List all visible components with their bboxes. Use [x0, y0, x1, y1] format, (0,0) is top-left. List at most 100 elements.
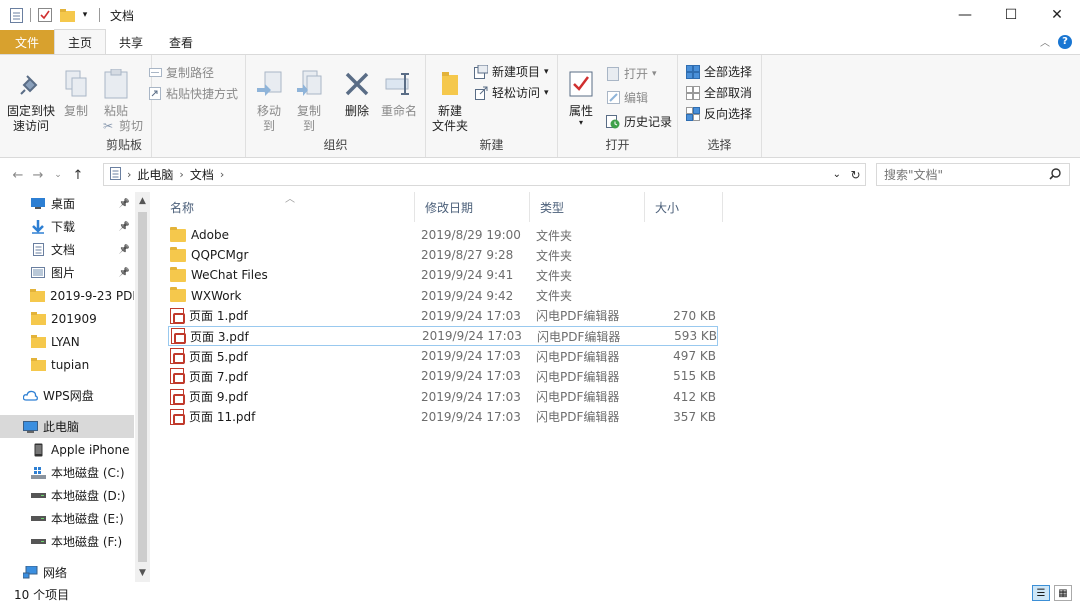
invert-selection-button[interactable]: 反向选择 — [686, 105, 752, 122]
new-folder-label-2: 文件夹 — [431, 119, 468, 133]
file-row[interactable]: WXWork 2019/9/24 9:42 文件夹 — [168, 286, 718, 306]
refresh-icon[interactable]: ↻ — [845, 163, 866, 186]
breadcrumb-this-pc[interactable]: 此电脑 — [137, 166, 173, 183]
history-label: 历史记录 — [624, 115, 673, 129]
copy-to-button[interactable]: 复制到 — [292, 67, 326, 134]
file-row[interactable]: 页面 9.pdf 2019/9/24 17:03 闪电PDF编辑器 412 KB — [168, 387, 718, 407]
details-view-icon[interactable]: ☰ — [1032, 585, 1050, 601]
properties-icon[interactable] — [37, 7, 53, 23]
nav-item-14[interactable]: 本地磁盘 (E:) — [0, 507, 134, 530]
nav-item-16[interactable]: 网络 — [0, 561, 134, 584]
file-type: 闪电PDF编辑器 — [536, 410, 620, 425]
minimize-button[interactable]: — — [942, 0, 988, 30]
back-arrow-icon[interactable]: ← — [8, 168, 28, 183]
folder-icon — [30, 312, 46, 326]
tab-home[interactable]: 主页 — [54, 29, 107, 54]
nav-item-7[interactable]: LYAN — [0, 330, 134, 353]
file-row[interactable]: 页面 11.pdf 2019/9/24 17:03 闪电PDF编辑器 357 KB — [168, 407, 718, 427]
breadcrumb-documents[interactable]: 文档 — [190, 166, 214, 183]
nav-item-1[interactable]: 桌面 📌 — [0, 192, 134, 215]
history-dropdown-icon[interactable]: ⌄ — [833, 169, 841, 180]
breadcrumb-separator[interactable]: › — [179, 168, 183, 181]
column-header-date[interactable]: 修改日期 — [415, 192, 530, 222]
search-field[interactable] — [876, 163, 1070, 186]
search-icon[interactable] — [1049, 168, 1061, 183]
ribbon: 固定到快 速访问 复制 粘贴 复制路径 粘贴快捷方式 ✂ 剪切 剪贴板 移动到 … — [0, 54, 1080, 158]
search-input[interactable] — [884, 167, 1044, 182]
open-button[interactable]: 打开 ▾ — [606, 65, 657, 82]
file-row[interactable]: 页面 1.pdf 2019/9/24 17:03 闪电PDF编辑器 270 KB — [168, 306, 718, 326]
nav-item-3[interactable]: 文档 📌 — [0, 238, 134, 261]
edit-button[interactable]: 编辑 — [606, 89, 648, 106]
breadcrumb-separator[interactable]: › — [127, 168, 131, 181]
breadcrumb[interactable]: › 此电脑 › 文档 › ⌄ — [103, 163, 866, 186]
file-row[interactable]: WeChat Files 2019/9/24 9:41 文件夹 — [168, 265, 718, 285]
pin-icon[interactable]: 📌 — [119, 199, 130, 209]
scroll-down-icon[interactable]: ▼ — [135, 568, 150, 578]
customize-toolbar-icon[interactable]: ▾ — [77, 7, 93, 23]
pin-icon[interactable]: 📌 — [119, 245, 130, 255]
nav-item-15[interactable]: 本地磁盘 (F:) — [0, 530, 134, 553]
nav-item-8[interactable]: tupian — [0, 353, 134, 376]
history-button[interactable]: 历史记录 — [606, 113, 672, 130]
move-to-button[interactable]: 移动到 — [252, 67, 286, 134]
up-arrow-icon[interactable]: ↑ — [68, 168, 88, 183]
file-row[interactable]: 页面 7.pdf 2019/9/24 17:03 闪电PDF编辑器 515 KB — [168, 366, 718, 386]
nav-item-9[interactable]: WPS网盘 — [0, 384, 134, 407]
properties-button[interactable]: 属性 ▾ — [566, 67, 596, 127]
cut-button[interactable]: ✂ 剪切 — [101, 117, 143, 134]
nav-scrollbar[interactable]: ▲ ▼ — [135, 192, 150, 582]
delete-button[interactable]: 删除 — [342, 67, 372, 119]
nav-item-2[interactable]: 下载 📌 — [0, 215, 134, 238]
file-row[interactable]: QQPCMgr 2019/8/27 9:28 文件夹 — [168, 245, 718, 265]
new-item-button[interactable]: 新建项目 ▾ — [474, 63, 549, 80]
tab-file[interactable]: 文件 — [0, 30, 54, 54]
scroll-up-icon[interactable]: ▲ — [135, 196, 150, 206]
help-icon[interactable]: ? — [1058, 34, 1072, 49]
copy-button[interactable]: 复制 — [61, 67, 91, 119]
invert-selection-label: 反向选择 — [704, 107, 753, 121]
pin-icon[interactable]: 📌 — [119, 268, 130, 278]
forward-arrow-icon[interactable]: → — [28, 168, 48, 183]
file-name: WeChat Files — [191, 268, 268, 283]
nav-item-label: 此电脑 — [43, 420, 80, 434]
pdf-file-icon — [170, 368, 185, 385]
rename-button[interactable]: 重命名 — [379, 67, 419, 119]
file-name: 页面 3.pdf — [190, 329, 249, 344]
recent-chevron-icon[interactable]: ⌄ — [48, 170, 68, 180]
tab-view[interactable]: 查看 — [156, 30, 206, 54]
nav-item-11[interactable]: Apple iPhone — [0, 438, 134, 461]
new-folder-button[interactable]: 新建 文件夹 — [430, 67, 470, 134]
column-header-size[interactable]: 大小 — [645, 192, 723, 222]
tab-share[interactable]: 共享 — [106, 30, 156, 54]
nav-item-5[interactable]: 2019-9-23 PDF — [0, 284, 134, 307]
nav-item-12[interactable]: 本地磁盘 (C:) — [0, 461, 134, 484]
file-name: 页面 11.pdf — [189, 410, 256, 425]
close-button[interactable]: ✕ — [1034, 0, 1080, 30]
nav-item-6[interactable]: 201909 — [0, 307, 134, 330]
pin-icon[interactable]: 📌 — [119, 222, 130, 232]
file-row[interactable]: 页面 5.pdf 2019/9/24 17:03 闪电PDF编辑器 497 KB — [168, 346, 718, 366]
collapse-ribbon-icon[interactable]: ︿ — [1040, 34, 1050, 49]
file-row[interactable]: 页面 3.pdf 2019/9/24 17:03 闪电PDF编辑器 593 KB — [168, 326, 718, 346]
network-icon — [22, 566, 38, 580]
nav-item-4[interactable]: 图片 📌 — [0, 261, 134, 284]
pin-quick-access-button[interactable]: 固定到快 速访问 — [6, 67, 56, 134]
nav-item-10[interactable]: 此电脑 — [0, 415, 134, 438]
file-row[interactable]: Adobe 2019/8/29 19:00 文件夹 — [168, 225, 718, 245]
large-icons-view-icon[interactable]: ▦ — [1054, 585, 1072, 601]
select-none-button[interactable]: 全部取消 — [686, 84, 752, 101]
nav-item-13[interactable]: 本地磁盘 (D:) — [0, 484, 134, 507]
item-count: 10 个项目 — [14, 587, 70, 602]
maximize-button[interactable]: ☐ — [988, 0, 1034, 30]
scrollbar-thumb[interactable] — [138, 212, 147, 562]
new-folder-icon[interactable] — [59, 7, 75, 23]
column-header-name[interactable]: 名称 — [160, 192, 415, 222]
open-icon — [606, 66, 620, 81]
file-date: 2019/8/27 9:28 — [421, 248, 514, 263]
paste-button[interactable]: 粘贴 — [101, 67, 131, 119]
column-header-type[interactable]: 类型 — [530, 192, 645, 222]
easy-access-button[interactable]: 轻松访问 ▾ — [474, 84, 549, 101]
select-all-button[interactable]: 全部选择 — [686, 63, 752, 80]
breadcrumb-separator[interactable]: › — [220, 168, 224, 181]
